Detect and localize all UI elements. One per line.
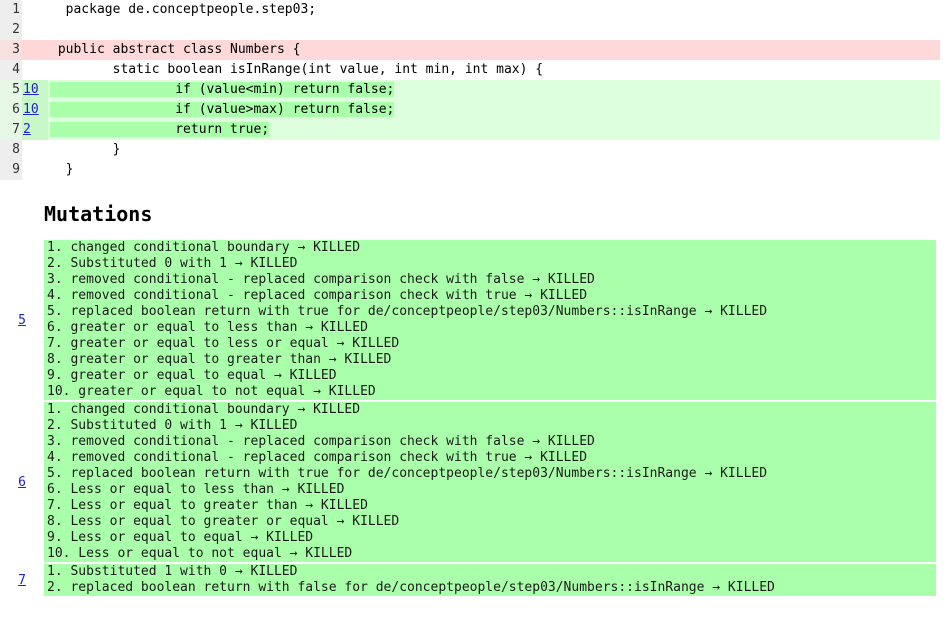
source-line-row: 2 xyxy=(0,20,940,40)
mutation-item: 2. Substituted 0 with 1 → KILLED xyxy=(47,256,298,271)
mutation-item: 4. removed conditional - replaced compar… xyxy=(47,288,588,303)
line-number: 8 xyxy=(0,140,22,160)
hit-count-cell xyxy=(22,40,48,60)
hit-count-link[interactable]: 2 xyxy=(23,122,31,137)
source-code-cell: } xyxy=(48,140,940,160)
hit-count-link[interactable]: 10 xyxy=(23,102,39,117)
mutation-block-row: 7 1. Substituted 1 with 0 → KILLED 2. repl… xyxy=(0,562,936,596)
hit-count-cell xyxy=(22,60,48,80)
covered-code-span: if (value>max) return false; xyxy=(50,102,395,117)
mutation-item: 1. Substituted 1 with 0 → KILLED xyxy=(47,564,298,579)
hit-count-link[interactable]: 10 xyxy=(23,82,39,97)
mutation-list-cell: 1. Substituted 1 with 0 → KILLED 2. repla… xyxy=(44,562,936,596)
mutation-item: 7. Less or equal to greater than → KILLE… xyxy=(47,498,368,513)
covered-code-span: if (value<min) return false; xyxy=(50,82,395,97)
mutation-list-cell: 1. changed conditional boundary → KILLED… xyxy=(44,240,936,401)
mutation-line-number-cell[interactable]: 5 xyxy=(0,240,44,401)
mutation-list: 1. changed conditional boundary → KILLED… xyxy=(44,240,936,400)
source-line-row: 6 10 if (value>max) return false; xyxy=(0,100,940,120)
mutation-item: 2. replaced boolean return with false fo… xyxy=(47,580,775,595)
mutation-item: 3. removed conditional - replaced compar… xyxy=(47,272,595,287)
line-number: 5 xyxy=(0,80,22,100)
source-line-row: 3 public abstract class Numbers { xyxy=(0,40,940,60)
source-code-cell: static boolean isInRange(int value, int … xyxy=(48,60,940,80)
mutations-table: 5 1. changed conditional boundary → KILLE… xyxy=(0,240,936,596)
source-line-row: 72 return true; xyxy=(0,120,940,140)
mutation-line-link[interactable]: 7 xyxy=(18,573,26,588)
mutation-item: 6. greater or equal to less than → KILLE… xyxy=(47,320,368,335)
line-number: 6 xyxy=(0,100,22,120)
covered-code-span: return true; xyxy=(50,122,270,137)
mutation-list: 1. Substituted 1 with 0 → KILLED 2. repla… xyxy=(44,564,936,596)
source-line-row: 8 } xyxy=(0,140,940,160)
mutation-item: 1. changed conditional boundary → KILLED xyxy=(47,402,361,417)
source-line-row: 5 10 if (value<min) return false; xyxy=(0,80,940,100)
mutation-line-number-cell[interactable]: 6 xyxy=(0,400,44,563)
source-code-cell: return true; xyxy=(48,120,940,140)
mutation-item: 8. greater or equal to greater than → KI… xyxy=(47,352,392,367)
source-code-cell: } xyxy=(48,160,940,180)
source-code-body: 1 package de.conceptpeople.step03; 2 3 pub… xyxy=(0,0,940,180)
mutation-list: 1. changed conditional boundary → KILLED… xyxy=(44,402,936,562)
mutation-block-row: 5 1. changed conditional boundary → KILLE… xyxy=(0,240,936,401)
line-number: 2 xyxy=(0,20,22,40)
source-line-row: 4 static boolean isInRange(int value, in… xyxy=(0,60,940,80)
mutation-item: 5. replaced boolean return with true for… xyxy=(47,304,768,319)
source-code-cell: if (value>max) return false; xyxy=(48,100,940,120)
mutation-item: 1. changed conditional boundary → KILLED xyxy=(47,240,361,255)
mutation-item: 10. greater or equal to not equal → KILL… xyxy=(47,384,376,399)
hit-count-cell xyxy=(22,160,48,180)
mutation-line-link[interactable]: 5 xyxy=(18,313,26,328)
mutation-list-cell: 1. changed conditional boundary → KILLED… xyxy=(44,400,936,563)
mutation-item: 9. Less or equal to equal → KILLED xyxy=(47,530,314,545)
hit-count-cell xyxy=(22,20,48,40)
mutation-item: 2. Substituted 0 with 1 → KILLED xyxy=(47,418,298,433)
mutation-line-number-cell[interactable]: 7 xyxy=(0,562,44,596)
mutation-line-link[interactable]: 6 xyxy=(18,475,26,490)
mutation-item: 3. removed conditional - replaced compar… xyxy=(47,434,595,449)
line-number: 9 xyxy=(0,160,22,180)
mutations-body: 5 1. changed conditional boundary → KILLE… xyxy=(0,240,936,596)
source-line-row: 1 package de.conceptpeople.step03; xyxy=(0,0,940,20)
mutation-item: 5. replaced boolean return with true for… xyxy=(47,466,768,481)
mutations-heading: Mutations xyxy=(44,202,153,226)
source-line-row: 9 } xyxy=(0,160,940,180)
line-number: 1 xyxy=(0,0,22,20)
source-code-cell: package de.conceptpeople.step03; xyxy=(48,0,940,20)
source-code-cell xyxy=(48,20,940,40)
mutation-item: 8. Less or equal to greater or equal → K… xyxy=(47,514,400,529)
hit-count-cell[interactable]: 2 xyxy=(22,120,48,140)
hit-count-cell[interactable]: 10 xyxy=(22,100,48,120)
line-number: 4 xyxy=(0,60,22,80)
source-code-cell: if (value<min) return false; xyxy=(48,80,940,100)
mutation-block-row: 6 1. changed conditional boundary → KILLE… xyxy=(0,400,936,563)
hit-count-cell xyxy=(22,0,48,20)
hit-count-cell xyxy=(22,140,48,160)
mutation-item: 10. Less or equal to not equal → KILLED xyxy=(47,546,353,561)
mutation-item: 6. Less or equal to less than → KILLED xyxy=(47,482,345,497)
source-code-table: 1 package de.conceptpeople.step03; 2 3 pub… xyxy=(0,0,940,180)
source-code-cell: public abstract class Numbers { xyxy=(48,40,940,60)
mutation-item: 9. greater or equal to equal → KILLED xyxy=(47,368,337,383)
line-number: 7 xyxy=(0,120,22,140)
hit-count-cell[interactable]: 10 xyxy=(22,80,48,100)
line-number: 3 xyxy=(0,40,22,60)
mutation-item: 4. removed conditional - replaced compar… xyxy=(47,450,588,465)
mutation-item: 7. greater or equal to less or equal → K… xyxy=(47,336,400,351)
